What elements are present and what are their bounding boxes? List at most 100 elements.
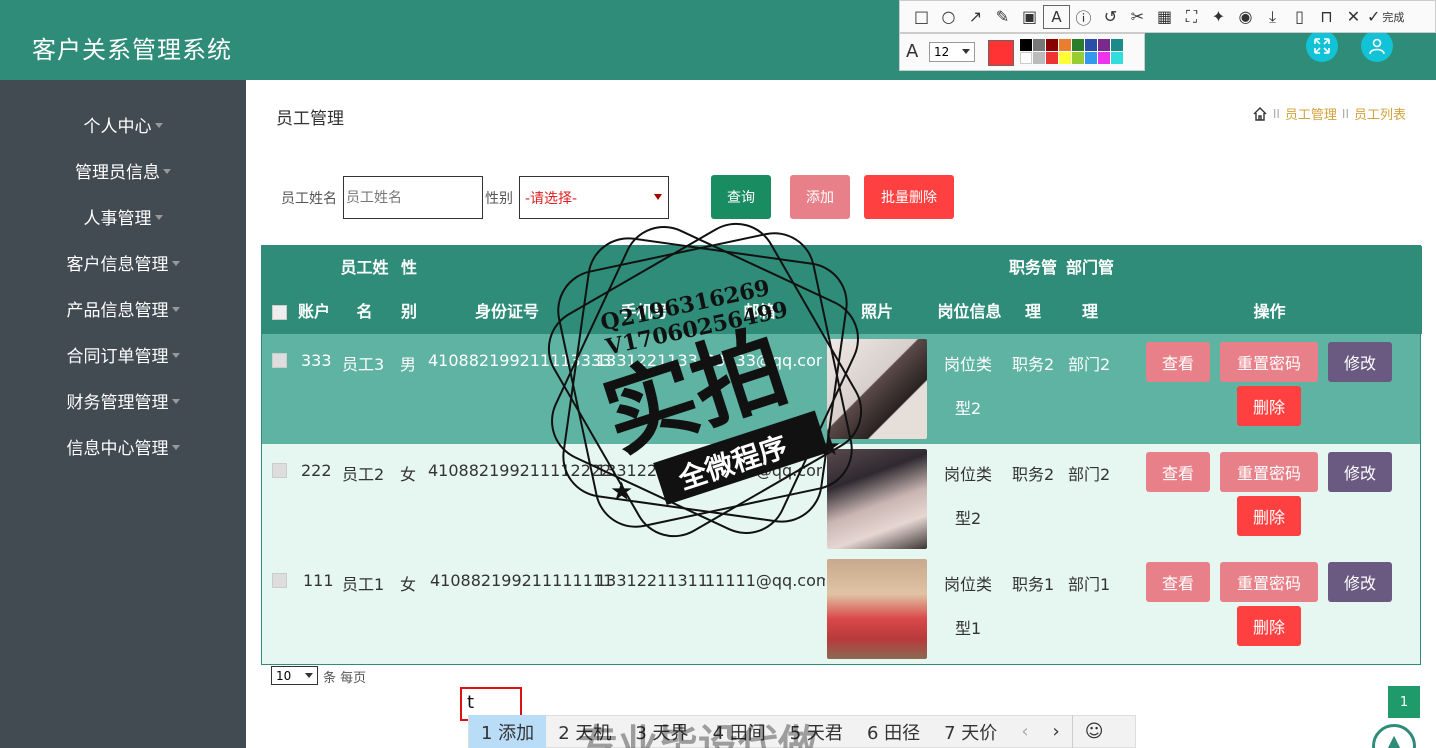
ime-candidate[interactable]: 7 天价 bbox=[932, 715, 1009, 748]
qr-icon[interactable]: ▦ bbox=[1151, 5, 1178, 29]
phone-icon[interactable]: ▯ bbox=[1286, 5, 1313, 29]
delete-button[interactable]: 删除 bbox=[1237, 606, 1301, 646]
sidebar-item-finance[interactable]: 财务管理管理 bbox=[0, 377, 246, 423]
delete-button[interactable]: 删除 bbox=[1237, 386, 1301, 426]
ime-candidate[interactable]: 6 田径 bbox=[855, 715, 932, 748]
ime-candidate[interactable]: 5 天君 bbox=[778, 715, 855, 748]
rectangle-tool-icon[interactable]: □ bbox=[908, 5, 935, 29]
breadcrumb-item[interactable]: 员工列表 bbox=[1354, 104, 1406, 123]
color-swatch[interactable] bbox=[1033, 52, 1045, 64]
ime-prev-icon[interactable]: ‹ bbox=[1009, 715, 1040, 748]
cell-position-1: 岗位类 bbox=[944, 575, 993, 594]
ime-candidate[interactable]: 4 田间 bbox=[701, 715, 778, 748]
row-checkbox[interactable] bbox=[272, 573, 287, 588]
app-window: 客户关系管理系统 个人中心 管理员信息 人事管理 客户信息管理 产品信息管理 合… bbox=[0, 0, 1436, 748]
col-name-top: 员工姓 bbox=[340, 258, 389, 277]
sidebar-item-product[interactable]: 产品信息管理 bbox=[0, 285, 246, 331]
color-swatch[interactable] bbox=[1033, 39, 1045, 51]
chevron-down-icon bbox=[962, 49, 970, 54]
color-swatch[interactable] bbox=[1111, 52, 1123, 64]
color-swatch[interactable] bbox=[1020, 39, 1032, 51]
edit-button[interactable]: 修改 bbox=[1328, 342, 1392, 382]
query-button[interactable]: 查询 bbox=[711, 175, 771, 219]
ellipse-tool-icon[interactable]: ○ bbox=[935, 5, 962, 29]
edit-button[interactable]: 修改 bbox=[1328, 562, 1392, 602]
cell-job: 职务2 bbox=[1012, 355, 1055, 374]
view-button[interactable]: 查看 bbox=[1146, 562, 1210, 602]
cell-job: 职务1 bbox=[1012, 575, 1055, 594]
close-icon[interactable]: ✕ bbox=[1340, 5, 1367, 29]
color-swatch[interactable] bbox=[1046, 52, 1058, 64]
sidebar-item-contract[interactable]: 合同订单管理 bbox=[0, 331, 246, 377]
arrow-up-icon: ▲ bbox=[1387, 731, 1401, 748]
pen-tool-icon[interactable]: ✎ bbox=[989, 5, 1016, 29]
done-button[interactable]: ✓ 完成 bbox=[1367, 7, 1404, 26]
ime-candidate[interactable]: 1 添加 bbox=[469, 715, 547, 748]
color-swatch[interactable] bbox=[1020, 52, 1032, 64]
edit-button[interactable]: 修改 bbox=[1328, 452, 1392, 492]
cell-email: 22222@qq.com bbox=[705, 461, 822, 480]
name-search-input[interactable] bbox=[343, 176, 483, 219]
row-checkbox[interactable] bbox=[272, 353, 287, 368]
crop-icon[interactable]: ⛶ bbox=[1178, 5, 1205, 29]
undo-icon[interactable]: ↺ bbox=[1097, 5, 1124, 29]
cell-account: 333 bbox=[301, 351, 332, 370]
page-size-select[interactable]: 10 bbox=[271, 666, 318, 685]
info-tool-icon[interactable]: ⓘ bbox=[1070, 5, 1097, 29]
page-title: 员工管理 bbox=[276, 109, 344, 129]
font-size-select[interactable]: 12 bbox=[929, 42, 975, 62]
user-button[interactable] bbox=[1361, 30, 1393, 62]
fullscreen-button[interactable] bbox=[1306, 30, 1338, 62]
breadcrumb-item[interactable]: 员工管理 bbox=[1285, 104, 1337, 123]
ime-next-icon[interactable]: › bbox=[1041, 715, 1072, 748]
view-button[interactable]: 查看 bbox=[1146, 452, 1210, 492]
sidebar-item-admin[interactable]: 管理员信息 bbox=[0, 147, 246, 193]
add-button[interactable]: 添加 bbox=[790, 175, 850, 219]
color-swatch[interactable] bbox=[1085, 52, 1097, 64]
home-icon[interactable] bbox=[1252, 106, 1268, 122]
color-swatch[interactable] bbox=[1085, 39, 1097, 51]
row-checkbox[interactable] bbox=[272, 463, 287, 478]
color-swatch[interactable] bbox=[1098, 52, 1110, 64]
sidebar-item-hr[interactable]: 人事管理 bbox=[0, 193, 246, 239]
ime-candidate-bar: 1 添加 2 天机 3 天界 4 田间 5 天君 6 田径 7 天价 ‹ › ☺ bbox=[468, 715, 1136, 748]
sex-select-value: -请选择- bbox=[525, 190, 578, 207]
reset-password-button[interactable]: 重置密码 bbox=[1220, 342, 1318, 382]
bookmark-icon[interactable]: ⊓ bbox=[1313, 5, 1340, 29]
reset-password-button[interactable]: 重置密码 bbox=[1220, 562, 1318, 602]
scissors-icon[interactable]: ✂ bbox=[1124, 5, 1151, 29]
current-color-swatch[interactable] bbox=[988, 40, 1014, 66]
col-sex-bottom: 别 bbox=[400, 302, 417, 321]
delete-button[interactable]: 删除 bbox=[1237, 496, 1301, 536]
select-all-checkbox[interactable] bbox=[272, 305, 287, 320]
batch-delete-button[interactable]: 批量删除 bbox=[864, 175, 954, 219]
record-icon[interactable]: ◉ bbox=[1232, 5, 1259, 29]
color-swatch[interactable] bbox=[1072, 39, 1084, 51]
emoji-icon[interactable]: ☺ bbox=[1071, 715, 1116, 748]
ime-candidate[interactable]: 2 天机 bbox=[546, 715, 623, 748]
sidebar-item-label: 人事管理 bbox=[83, 208, 152, 229]
pin-icon[interactable]: ✦ bbox=[1205, 5, 1232, 29]
arrow-tool-icon[interactable]: ↗ bbox=[962, 5, 989, 29]
mosaic-tool-icon[interactable]: ▣ bbox=[1016, 5, 1043, 29]
ime-candidate[interactable]: 3 天界 bbox=[623, 715, 700, 748]
text-tool-icon[interactable]: A bbox=[1043, 4, 1070, 29]
sidebar-item-customer[interactable]: 客户信息管理 bbox=[0, 239, 246, 285]
cell-dept: 部门1 bbox=[1068, 575, 1111, 594]
sidebar-item-info[interactable]: 信息中心管理 bbox=[0, 423, 246, 469]
color-swatch[interactable] bbox=[1072, 52, 1084, 64]
page-number-button[interactable]: 1 bbox=[1388, 686, 1420, 718]
per-page-label: 条 每页 bbox=[323, 671, 367, 686]
sex-select[interactable]: -请选择- bbox=[519, 176, 669, 219]
color-swatch[interactable] bbox=[1059, 39, 1071, 51]
view-button[interactable]: 查看 bbox=[1146, 342, 1210, 382]
cell-phone: 13312211222 bbox=[596, 461, 708, 480]
color-swatch[interactable] bbox=[1111, 39, 1123, 51]
cell-email: 33333@qq.com bbox=[705, 351, 822, 370]
color-swatch[interactable] bbox=[1059, 52, 1071, 64]
color-swatch[interactable] bbox=[1098, 39, 1110, 51]
download-icon[interactable]: ⤓ bbox=[1259, 5, 1286, 29]
reset-password-button[interactable]: 重置密码 bbox=[1220, 452, 1318, 492]
color-swatch[interactable] bbox=[1046, 39, 1058, 51]
sidebar-item-personal[interactable]: 个人中心 bbox=[0, 101, 246, 147]
